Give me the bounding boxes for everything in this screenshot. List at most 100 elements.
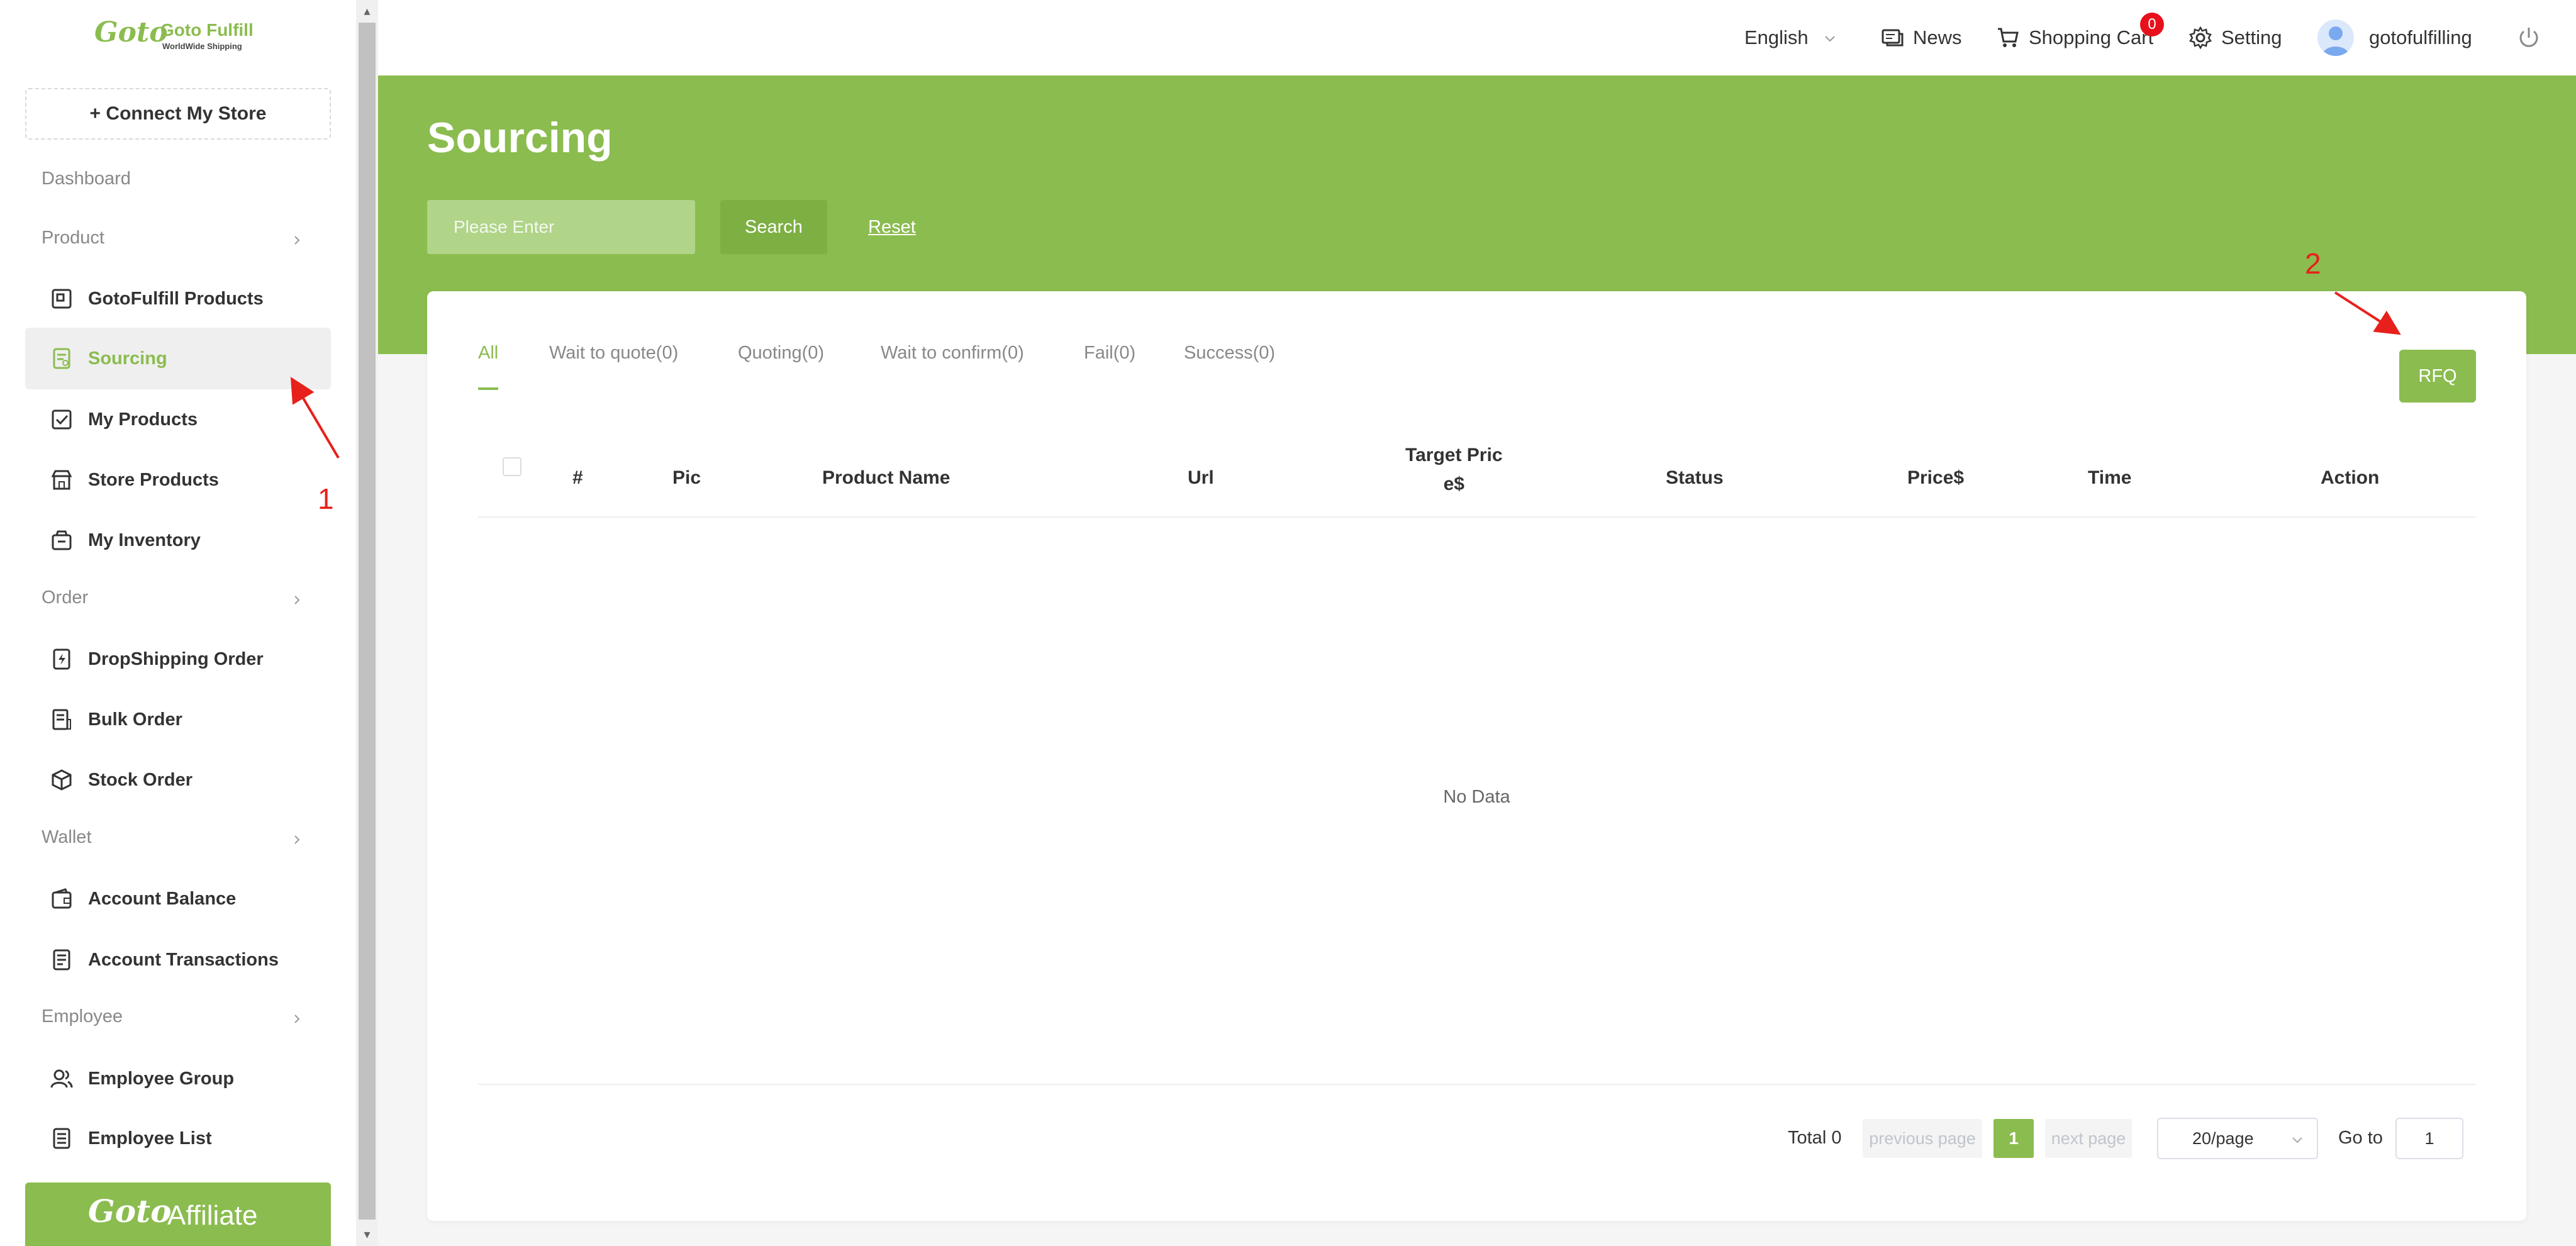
sidebar-item-label: My Inventory — [88, 530, 201, 550]
sidebar-item-label: Employee List — [88, 1128, 212, 1149]
previous-page-button[interactable]: previous page — [1863, 1119, 1982, 1158]
chevron-down-icon — [2292, 1137, 2302, 1143]
rfq-button[interactable]: RFQ — [2399, 350, 2476, 403]
tab-quoting[interactable]: Quoting(0) — [738, 343, 824, 364]
wallet-icon — [52, 888, 72, 909]
sourcing-document-icon — [53, 348, 70, 369]
user-avatar-icon — [2322, 26, 2349, 56]
sidebar-group-wallet[interactable]: Wallet — [42, 827, 92, 848]
affiliate-label: Affiliate — [167, 1200, 258, 1231]
column-header-time: Time — [2088, 467, 2132, 488]
current-page-button[interactable]: 1 — [1993, 1119, 2034, 1158]
scroll-down-arrow-icon[interactable]: ▾ — [356, 1223, 378, 1246]
lightning-document-icon — [53, 648, 70, 670]
sidebar-item-account-transactions[interactable]: Account Transactions — [25, 929, 331, 991]
logo-brand-name: Goto Fulfill — [160, 20, 254, 40]
search-input[interactable] — [427, 200, 695, 254]
sourcing-card: All Wait to quote(0) Quoting(0) Wait to … — [427, 291, 2526, 1221]
chevron-right-icon — [294, 1015, 300, 1023]
logo-tagline: WorldWide Shipping — [162, 42, 242, 51]
sidebar-item-label: Bulk Order — [88, 709, 182, 730]
store-icon — [51, 470, 72, 490]
username[interactable]: gotofulfilling — [2369, 0, 2472, 75]
news-link[interactable]: News — [1913, 0, 1962, 75]
chevron-right-icon — [294, 236, 300, 245]
pagination-total: Total 0 — [1788, 1128, 1842, 1148]
sidebar-group-product[interactable]: Product — [42, 228, 104, 248]
sidebar-item-label: DropShipping Order — [88, 649, 264, 669]
chevron-right-icon — [294, 835, 300, 844]
inventory-icon — [52, 530, 72, 550]
news-icon — [1882, 29, 1904, 47]
scrollbar-thumb[interactable] — [359, 23, 376, 1220]
tab-success[interactable]: Success(0) — [1184, 343, 1275, 364]
sidebar-item-sourcing[interactable]: Sourcing — [25, 328, 331, 389]
sidebar: Goto Goto Fulfill WorldWide Shipping + C… — [0, 0, 356, 1246]
page-size-select[interactable]: 20/page — [2157, 1118, 2318, 1159]
column-header-pic: Pic — [672, 467, 701, 488]
sidebar-scrollbar[interactable]: ▴ ▾ — [356, 0, 378, 1246]
column-header-number: # — [572, 467, 583, 488]
avatar[interactable] — [2317, 19, 2354, 56]
page-size-value: 20/page — [2192, 1129, 2254, 1148]
sidebar-item-employee-group[interactable]: Employee Group — [25, 1048, 331, 1110]
annotation-marker-1: 1 — [318, 482, 334, 515]
language-selector[interactable]: English — [1744, 0, 1809, 75]
goto-label: Go to — [2338, 1128, 2383, 1148]
shopping-cart-link[interactable]: Shopping Cart — [2029, 0, 2153, 75]
sidebar-item-my-inventory[interactable]: My Inventory — [25, 509, 331, 571]
column-header-url: Url — [1188, 467, 1214, 488]
connect-store-button[interactable]: + Connect My Store — [25, 88, 331, 140]
column-header-target-price: Target Pric e$ — [1405, 441, 1503, 499]
sidebar-item-my-products[interactable]: My Products — [25, 389, 331, 450]
checklist-icon — [52, 409, 72, 430]
sidebar-item-store-products[interactable]: Store Products — [25, 449, 331, 511]
sidebar-item-employee-list[interactable]: Employee List — [25, 1108, 331, 1169]
sidebar-item-label: GotoFulfill Products — [88, 289, 264, 309]
cube-icon — [52, 769, 72, 791]
gear-icon — [2189, 26, 2212, 49]
column-header-product-name: Product Name — [822, 467, 951, 488]
affiliate-button[interactable]: Goto Affiliate — [25, 1182, 331, 1246]
sidebar-item-label: Stock Order — [88, 770, 192, 790]
sidebar-group-employee[interactable]: Employee — [42, 1006, 123, 1027]
chevron-down-icon — [1825, 36, 1835, 42]
annotation-marker-2: 2 — [2305, 247, 2321, 280]
tab-all[interactable]: All — [478, 343, 498, 364]
tab-wait-to-confirm[interactable]: Wait to confirm(0) — [881, 343, 1024, 364]
column-header-price: Price$ — [1907, 467, 1965, 488]
column-header-target-price-line2: e$ — [1443, 474, 1464, 494]
scroll-up-arrow-icon[interactable]: ▴ — [356, 0, 378, 23]
search-button[interactable]: Search — [720, 200, 827, 254]
sidebar-item-label: Employee Group — [88, 1069, 235, 1089]
goto-page-input[interactable]: 1 — [2395, 1118, 2463, 1159]
sidebar-item-gotofulfill-products[interactable]: GotoFulfill Products — [25, 268, 331, 330]
sidebar-item-dropshipping-order[interactable]: DropShipping Order — [25, 628, 331, 690]
sidebar-item-label: Account Balance — [88, 889, 237, 909]
select-all-checkbox[interactable] — [503, 457, 521, 476]
logo[interactable]: Goto Goto Fulfill WorldWide Shipping — [94, 16, 258, 58]
cart-count-badge: 0 — [2140, 13, 2164, 36]
page-title: Sourcing — [427, 114, 613, 162]
receipt-icon — [52, 709, 71, 730]
column-header-status: Status — [1666, 467, 1724, 488]
column-header-action: Action — [2321, 467, 2380, 488]
sidebar-item-bulk-order[interactable]: Bulk Order — [25, 689, 331, 750]
reset-link[interactable]: Reset — [868, 200, 916, 254]
tab-wait-to-quote[interactable]: Wait to quote(0) — [549, 343, 678, 364]
table-footer-divider — [478, 1084, 2476, 1085]
next-page-button[interactable]: next page — [2045, 1119, 2132, 1158]
table-header-divider — [478, 516, 2476, 518]
power-icon[interactable] — [2516, 25, 2541, 50]
sidebar-group-order[interactable]: Order — [42, 587, 88, 608]
product-box-icon — [52, 289, 72, 309]
sidebar-item-stock-order[interactable]: Stock Order — [25, 749, 331, 811]
logo-mark: Goto — [94, 16, 168, 48]
sidebar-item-account-balance[interactable]: Account Balance — [25, 868, 331, 930]
tab-fail[interactable]: Fail(0) — [1084, 343, 1135, 364]
chevron-right-icon — [294, 596, 300, 604]
shopping-cart-icon — [1998, 28, 2019, 47]
setting-link[interactable]: Setting — [2221, 0, 2282, 75]
sidebar-item-dashboard[interactable]: Dashboard — [42, 169, 131, 189]
sidebar-item-label: Store Products — [88, 470, 219, 490]
